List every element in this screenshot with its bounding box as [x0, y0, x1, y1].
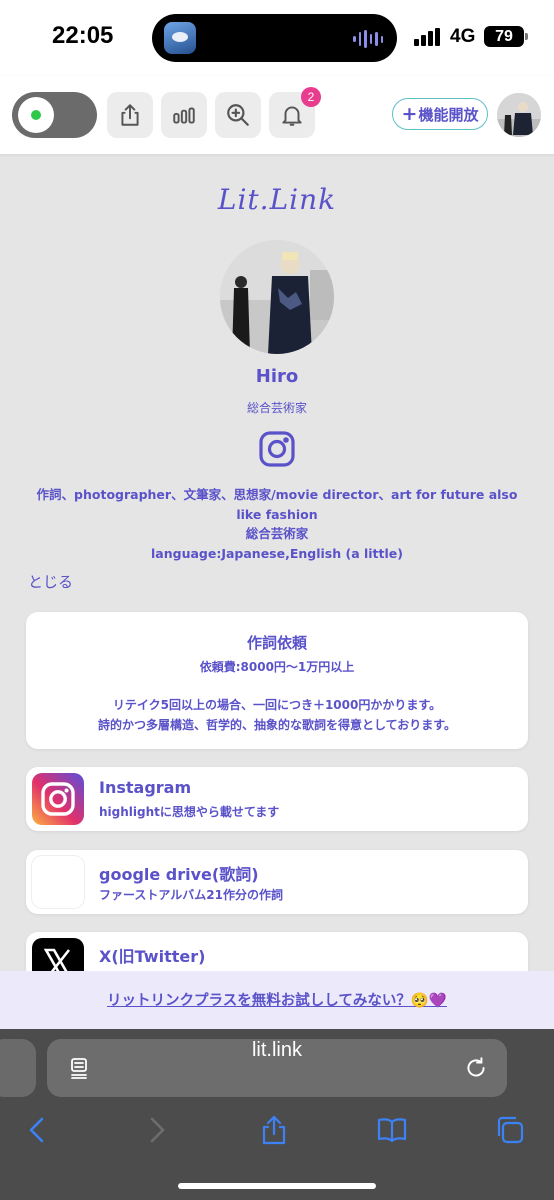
link-card-instagram[interactable]: Instagram highlightに思想やら載せてます: [26, 767, 528, 831]
bio-line: 総合芸術家: [245, 526, 309, 541]
home-indicator: [178, 1183, 376, 1189]
google-drive-icon: [32, 856, 84, 908]
bookmarks-icon[interactable]: [375, 1113, 409, 1147]
battery-indicator: 79: [484, 26, 528, 47]
status-bar: 22:05 4G 79: [0, 0, 554, 76]
back-icon[interactable]: [20, 1113, 54, 1147]
reload-icon[interactable]: [463, 1055, 489, 1081]
litlink-logo[interactable]: Lit.Link: [0, 183, 554, 216]
previous-tab-preview[interactable]: [0, 1039, 36, 1097]
public-toggle[interactable]: [12, 92, 97, 138]
share-button[interactable]: [107, 92, 153, 138]
status-time: 22:05: [52, 22, 114, 49]
avatar-photo: [497, 93, 541, 137]
instagram-sns-link[interactable]: [258, 430, 296, 468]
card-retake-note: リテイク5回以上の場合、一回につき＋1000円かかります。: [112, 698, 442, 712]
lyrics-request-card: 作詞依頼 依頼費:8000円〜1万円以上 リテイク5回以上の場合、一回につき＋1…: [26, 612, 528, 749]
share-icon: [121, 104, 139, 126]
instagram-icon: [259, 431, 295, 467]
promo-banner: リットリンクプラスを無料お試ししてみない？🥺💜: [0, 971, 554, 1029]
bio-line: language:Japanese,English (a little): [151, 545, 403, 561]
dynamic-island[interactable]: [152, 14, 397, 62]
share-icon[interactable]: [257, 1113, 291, 1147]
url-text: lit.link: [251, 1039, 302, 1061]
profile-bio: 作詞、photographer、文筆家、思想家/movie director、a…: [20, 485, 534, 563]
address-bar[interactable]: lit.link: [47, 1039, 507, 1097]
card-specialty: 詩的かつ多層構造、哲学的、抽象的な歌詞を得意としております。: [97, 718, 457, 732]
instagram-logo-icon: [32, 773, 84, 825]
bell-icon: [282, 106, 302, 126]
profile-photo: [220, 240, 334, 354]
zoom-in-icon: [227, 104, 249, 126]
bar-chart-icon: [173, 107, 195, 124]
link-subtitle: highlightに思想やら載せてます: [99, 805, 280, 819]
profile-avatar: [220, 240, 334, 354]
audio-wave-icon: [353, 30, 383, 48]
forward-icon[interactable]: [140, 1113, 174, 1147]
link-title: Instagram: [99, 778, 192, 797]
browser-toolbar: lit.link: [0, 1029, 554, 1200]
unlock-features-button[interactable]: + 機能開放: [392, 98, 488, 130]
link-card-google-drive[interactable]: google drive(歌詞) ファーストアルバム21作分の作詞: [26, 850, 528, 914]
bio-line: like fashion: [236, 506, 318, 522]
close-bio-link[interactable]: とじる: [28, 571, 73, 592]
signal-icon: [414, 28, 442, 46]
card-title: 作詞依頼: [246, 634, 307, 652]
profile-name: Hiro: [255, 366, 299, 387]
feature-button-label: 機能開放: [418, 105, 479, 124]
now-playing-app-icon: [164, 22, 196, 54]
zoom-button[interactable]: [215, 92, 261, 138]
notification-badge: 2: [301, 87, 321, 107]
promo-link[interactable]: リットリンクプラスを無料お試ししてみない？🥺💜: [107, 993, 447, 1009]
link-subtitle: ファーストアルバム21作分の作詞: [99, 888, 283, 902]
profile-subtitle: 総合芸術家: [246, 401, 307, 415]
plus-icon: +: [401, 103, 418, 125]
network-type: 4G: [450, 26, 476, 47]
link-title: X(旧Twitter): [99, 947, 206, 966]
card-price: 依頼費:8000円〜1万円以上: [199, 660, 355, 674]
bio-line: 作詞、photographer、文筆家、思想家/movie director、a…: [36, 487, 518, 502]
link-title: google drive(歌詞): [99, 865, 259, 884]
account-avatar[interactable]: [497, 93, 541, 137]
tabs-icon[interactable]: [493, 1113, 527, 1147]
analytics-button[interactable]: [161, 92, 207, 138]
toggle-knob: [18, 97, 54, 133]
